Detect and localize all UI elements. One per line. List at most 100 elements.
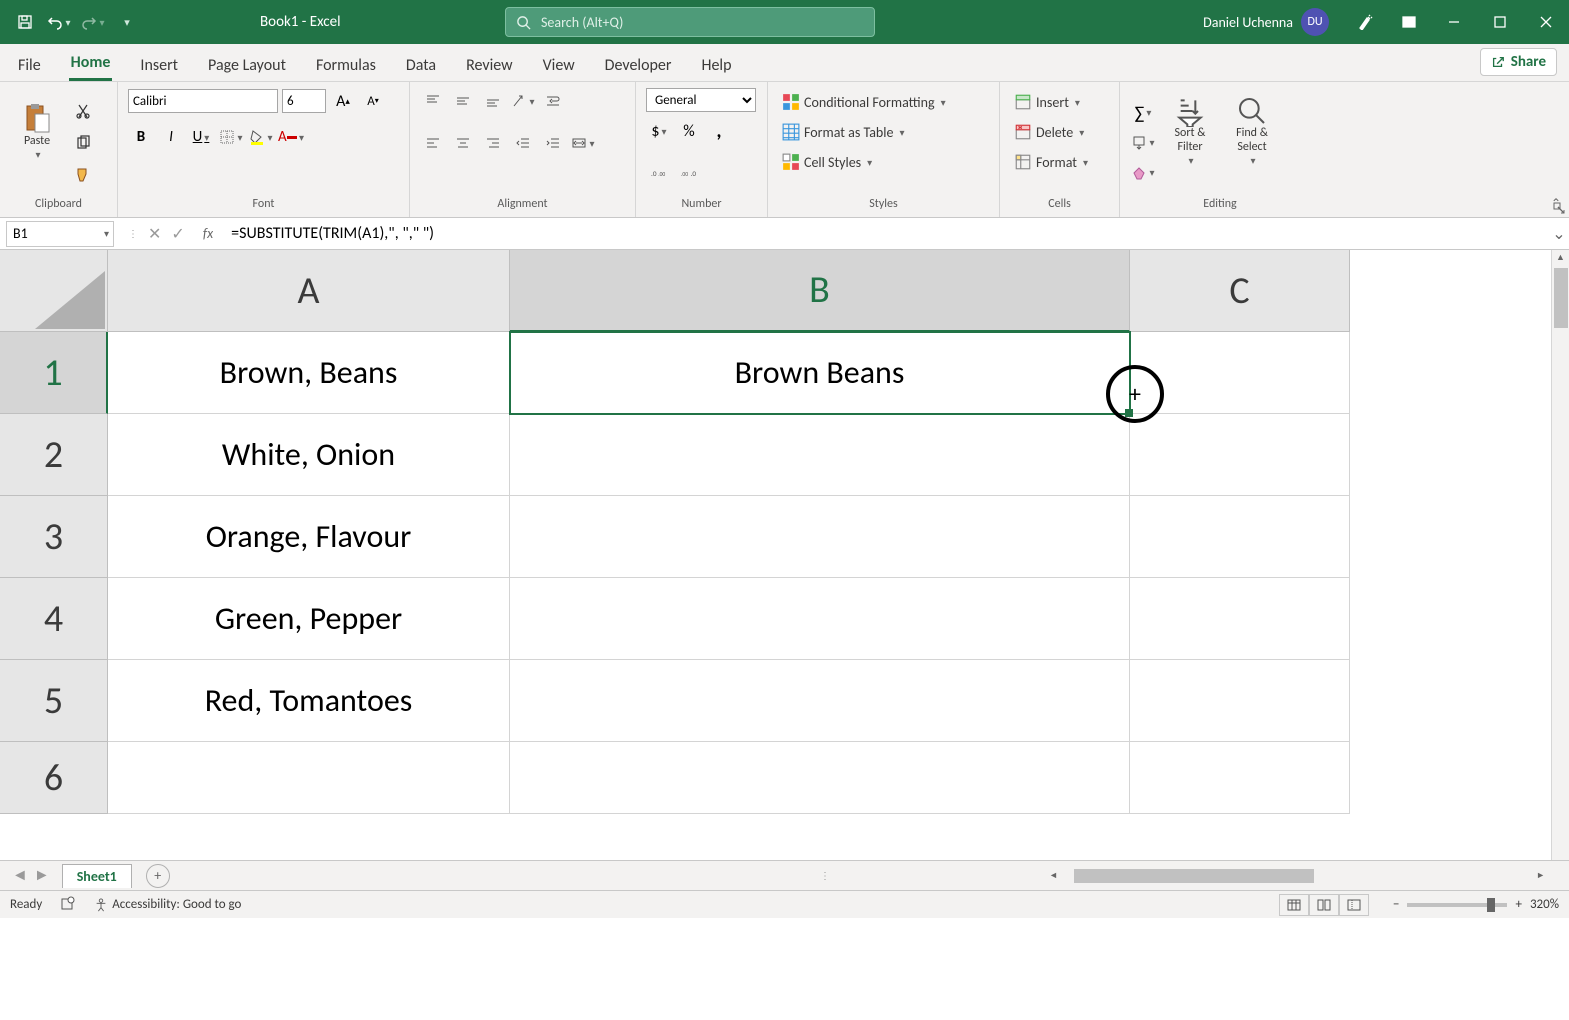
align-center-icon[interactable] [450,130,476,156]
font-size-combo[interactable] [282,89,326,113]
fill-handle[interactable] [1125,409,1133,417]
sort-filter-button[interactable]: Sort & Filter▾ [1162,88,1218,174]
cell-A6[interactable] [108,742,510,814]
enter-formula-icon[interactable]: ✓ [171,224,184,244]
sheet-nav-next-icon[interactable]: ► [34,866,50,885]
zoom-out-button[interactable]: − [1393,897,1399,912]
accessibility-status[interactable]: Accessibility: Good to go [94,897,241,912]
row-header-6[interactable]: 6 [0,742,108,814]
share-button[interactable]: Share [1480,48,1557,76]
tab-developer[interactable]: Developer [603,50,674,81]
user-name[interactable]: Daniel Uchenna [1203,14,1293,31]
tab-help[interactable]: Help [699,50,733,81]
tab-file[interactable]: File [16,50,43,81]
tab-formulas[interactable]: Formulas [314,50,378,81]
cell-C1[interactable] [1130,332,1350,414]
coming-soon-icon[interactable] [1343,0,1387,44]
autosum-icon[interactable]: ∑▾ [1130,100,1156,126]
zoom-in-button[interactable]: + [1515,897,1521,912]
cell-A1[interactable]: Brown, Beans [108,332,510,414]
cell-C5[interactable] [1130,660,1350,742]
sheet-tab[interactable]: Sheet1 [62,864,132,888]
minimize-button[interactable] [1431,0,1477,44]
clear-icon[interactable]: ▾ [1130,160,1156,186]
fill-color-icon[interactable]: ▾ [248,124,274,150]
row-header-1[interactable]: 1 [0,332,108,414]
ribbon-display-icon[interactable] [1387,0,1431,44]
fill-icon[interactable]: ▾ [1130,130,1156,156]
increase-decimal-icon[interactable]: .0.00 [646,160,672,186]
redo-icon[interactable]: ▾ [78,7,108,37]
search-box[interactable]: Search (Alt+Q) [505,7,875,37]
align-top-icon[interactable] [420,88,446,114]
font-name-combo[interactable] [128,89,278,113]
tab-page-layout[interactable]: Page Layout [206,50,288,81]
borders-icon[interactable]: ▾ [218,124,244,150]
cut-icon[interactable] [70,98,96,124]
formula-input[interactable] [213,221,1549,247]
column-header-C[interactable]: C [1130,250,1350,332]
accounting-icon[interactable]: $▾ [646,118,672,144]
maximize-button[interactable] [1477,0,1523,44]
tab-review[interactable]: Review [464,50,515,81]
cell-B6[interactable] [510,742,1130,814]
find-select-button[interactable]: Find & Select▾ [1224,88,1280,174]
column-header-B[interactable]: B [510,250,1130,332]
increase-indent-icon[interactable] [540,130,566,156]
decrease-decimal-icon[interactable]: .00.0 [676,160,702,186]
fx-icon[interactable]: fx [203,225,213,242]
row-header-4[interactable]: 4 [0,578,108,660]
zoom-level[interactable]: 320% [1530,897,1559,912]
save-icon[interactable] [10,7,40,37]
number-format-combo[interactable]: General [646,88,756,112]
undo-icon[interactable]: ▾ [44,7,74,37]
conditional-formatting-button[interactable]: Conditional Formatting▾ [778,88,989,116]
align-right-icon[interactable] [480,130,506,156]
underline-button[interactable]: U▾ [188,124,214,150]
cell-B1[interactable]: Brown Beans [510,332,1130,414]
name-box[interactable]: B1▾ [6,221,114,247]
merge-center-icon[interactable]: ▾ [570,130,596,156]
insert-cells-button[interactable]: Insert▾ [1010,88,1109,116]
format-painter-icon[interactable] [70,162,96,188]
copy-icon[interactable] [70,130,96,156]
row-header-2[interactable]: 2 [0,414,108,496]
decrease-indent-icon[interactable] [510,130,536,156]
expand-formula-icon[interactable]: ⌄ [1549,224,1569,244]
cell-C3[interactable] [1130,496,1350,578]
cell-C2[interactable] [1130,414,1350,496]
row-header-5[interactable]: 5 [0,660,108,742]
cell-A2[interactable]: White, Onion [108,414,510,496]
cell-B3[interactable] [510,496,1130,578]
column-header-A[interactable]: A [108,250,510,332]
increase-font-icon[interactable]: A▴ [330,88,356,114]
macro-recorder-icon[interactable] [60,895,76,915]
delete-cells-button[interactable]: Delete▾ [1010,118,1109,146]
cell-styles-button[interactable]: Cell Styles▾ [778,148,989,176]
paste-button[interactable]: Paste▾ [10,88,64,174]
cancel-formula-icon[interactable]: ✕ [148,224,161,244]
sheet-nav-prev-icon[interactable]: ◄ [12,866,28,885]
font-color-icon[interactable]: A▾ [278,124,304,150]
new-sheet-button[interactable]: + [146,864,170,888]
tab-view[interactable]: View [541,50,577,81]
comma-icon[interactable]: , [706,118,732,144]
cell-A3[interactable]: Orange, Flavour [108,496,510,578]
orientation-icon[interactable]: ▾ [510,88,536,114]
spreadsheet-grid[interactable]: ABC 1Brown, BeansBrown Beans 2White, Onio… [0,250,1569,860]
close-button[interactable] [1523,0,1569,44]
cell-C6[interactable] [1130,742,1350,814]
page-break-view-icon[interactable] [1339,894,1369,916]
tab-insert[interactable]: Insert [138,50,180,81]
cell-B5[interactable] [510,660,1130,742]
tab-home[interactable]: Home [69,47,113,81]
align-left-icon[interactable] [420,130,446,156]
italic-button[interactable]: I [158,124,184,150]
collapse-ribbon-icon[interactable]: ⌃ [1551,196,1561,211]
align-middle-icon[interactable] [450,88,476,114]
cell-A5[interactable]: Red, Tomantoes [108,660,510,742]
cell-B4[interactable] [510,578,1130,660]
cell-B2[interactable] [510,414,1130,496]
customize-qat-icon[interactable]: ▾ [112,7,142,37]
wrap-text-icon[interactable] [540,88,566,114]
